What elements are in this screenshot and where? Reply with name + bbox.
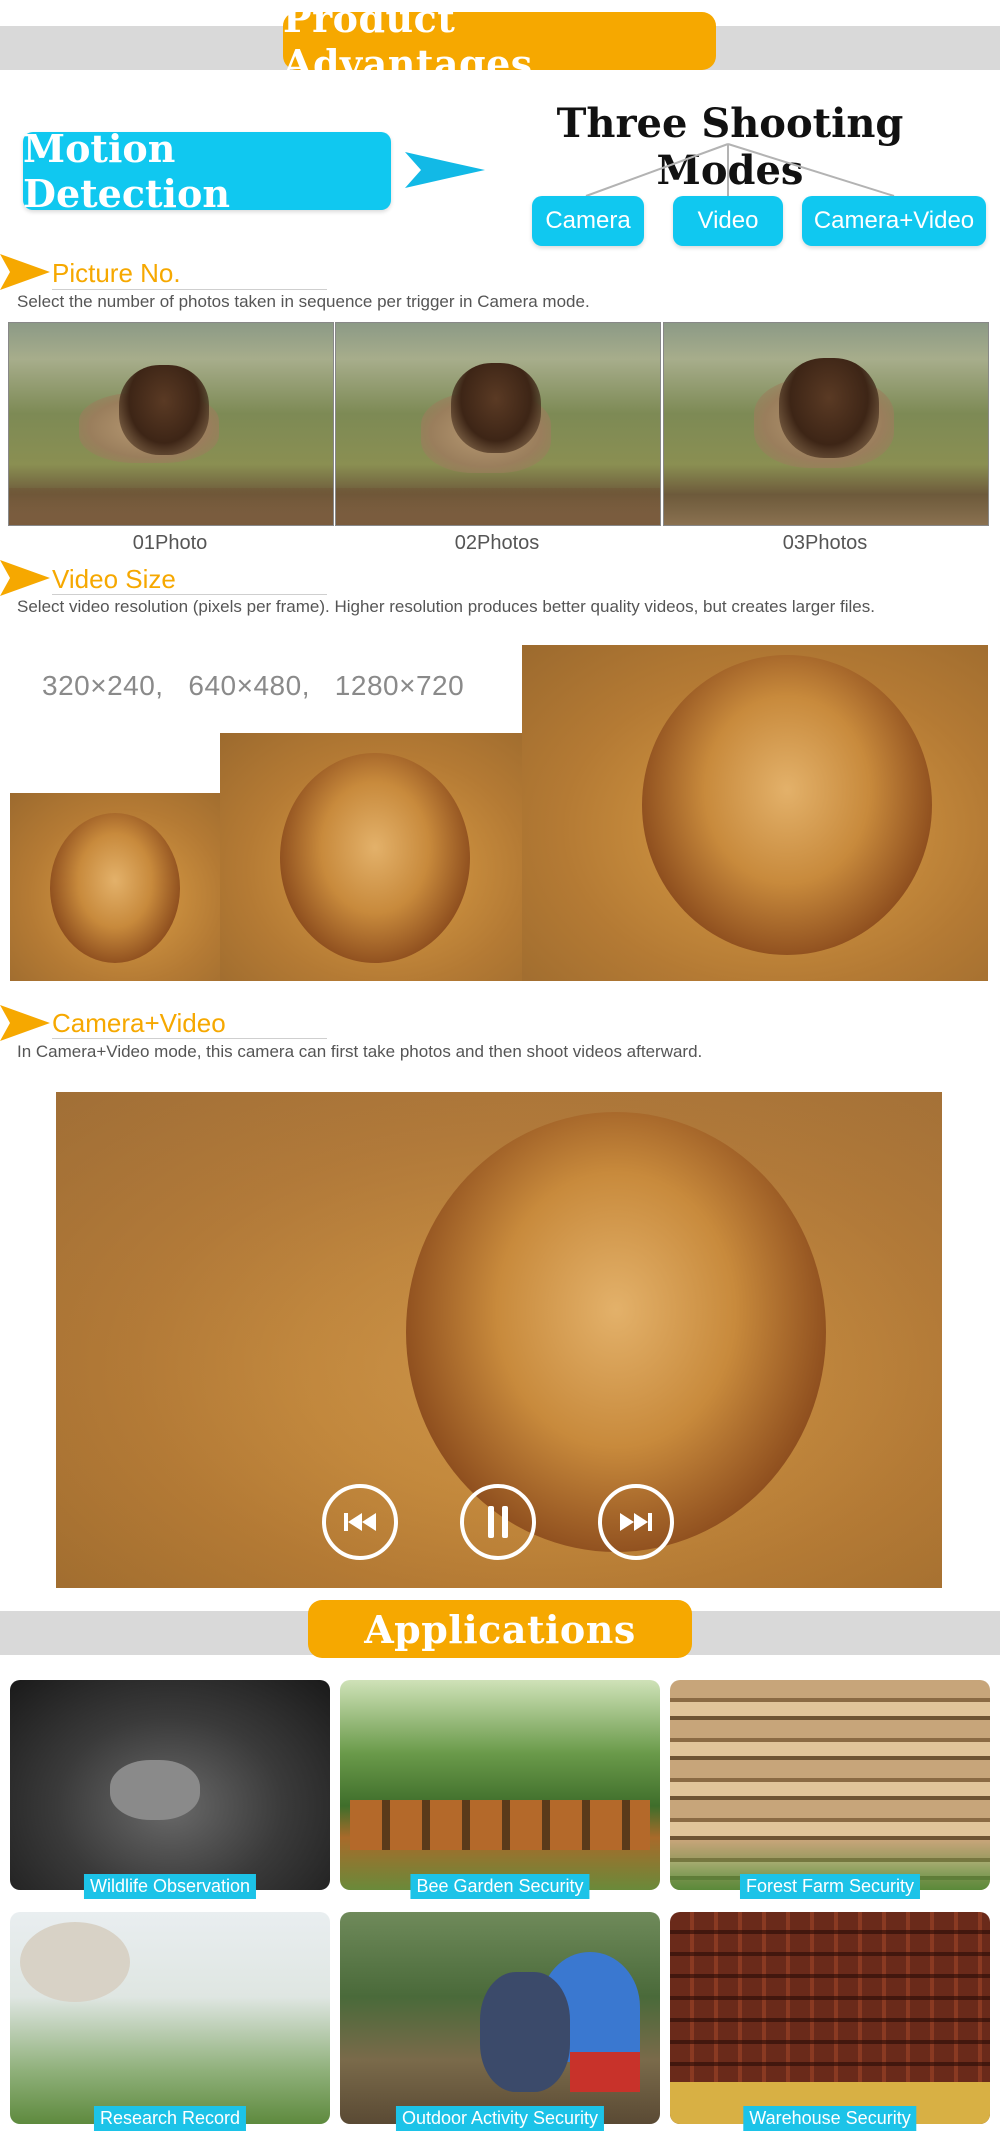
lion-1280x720: [522, 645, 988, 981]
app-label-wildlife: Wildlife Observation: [83, 1874, 257, 1899]
picture-no-description: Select the number of photos taken in seq…: [17, 292, 590, 311]
rewind-button[interactable]: [322, 1484, 398, 1560]
app-card-warehouse: [670, 1912, 990, 2124]
app-label-warehouse: Warehouse Security: [743, 2106, 917, 2131]
section-arrow-icon: [0, 560, 50, 596]
app-card-outdoor: [340, 1912, 660, 2124]
lion-320x240: [10, 793, 220, 981]
fast-forward-button[interactable]: [598, 1484, 674, 1560]
app-label-forest-farm: Forest Farm Security: [739, 1874, 921, 1899]
section-divider: [52, 594, 327, 595]
applications-title: Applications: [308, 1600, 692, 1658]
photo-caption: 01Photo: [132, 532, 208, 554]
motion-detection-badge: Motion Detection: [23, 126, 391, 216]
video-size-description: Select video resolution (pixels per fram…: [17, 597, 875, 616]
section-divider: [52, 289, 327, 290]
resolution-list: 320×240, 640×480, 1280×720: [42, 670, 465, 701]
pause-button[interactable]: [460, 1484, 536, 1560]
app-label-research: Research Record: [93, 2106, 247, 2131]
rewind-icon: [344, 1513, 376, 1531]
camera-video-title: Camera+Video: [52, 1008, 226, 1038]
arrow-right-icon: [405, 152, 485, 188]
pause-icon: [488, 1506, 508, 1538]
app-label-outdoor: Outdoor Activity Security: [395, 2106, 605, 2131]
lion-640x480: [220, 733, 522, 981]
photo-caption: 02Photos: [454, 532, 540, 554]
page-title: Product Advantages: [283, 0, 716, 86]
app-card-bee-garden: [340, 1680, 660, 1890]
lion-photo-1: [8, 322, 334, 526]
picture-no-title: Picture No.: [52, 258, 181, 288]
mode-video-button[interactable]: Video: [673, 196, 783, 246]
section-arrow-icon: [0, 254, 50, 290]
lion-photo-3: [663, 322, 989, 526]
app-label-bee-garden: Bee Garden Security: [410, 1874, 590, 1899]
mode-camera-video-button[interactable]: Camera+Video: [802, 196, 986, 246]
mode-camera-button[interactable]: Camera: [532, 196, 644, 246]
app-card-forest-farm: [670, 1680, 990, 1890]
fast-forward-icon: [620, 1513, 652, 1531]
photo-caption: 03Photos: [782, 532, 868, 554]
modes-connector-lines: [585, 143, 895, 197]
video-size-title: Video Size: [52, 564, 176, 594]
lion-photo-2: [335, 322, 661, 526]
app-card-research: [10, 1912, 330, 2124]
section-divider: [52, 1038, 327, 1039]
app-card-wildlife: [10, 1680, 330, 1890]
section-arrow-icon: [0, 1005, 50, 1041]
video-player[interactable]: [56, 1092, 942, 1588]
camera-video-description: In Camera+Video mode, this camera can fi…: [17, 1042, 703, 1061]
